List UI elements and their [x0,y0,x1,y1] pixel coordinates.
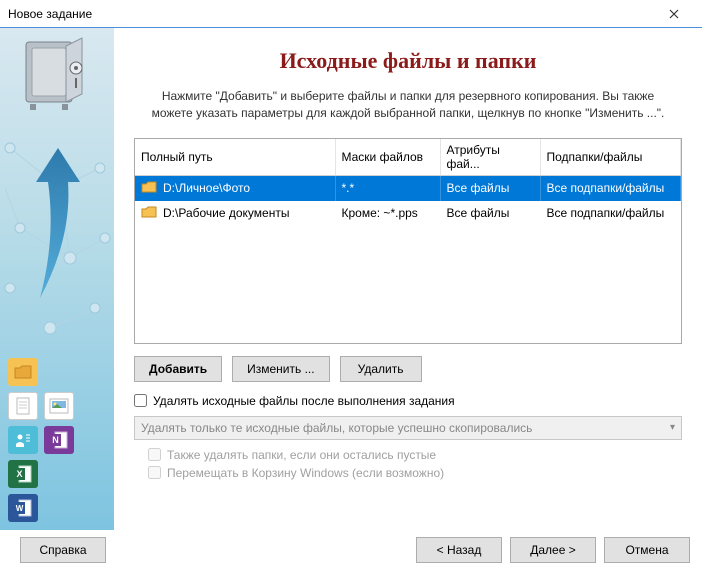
next-button[interactable]: Далее > [510,537,596,563]
instruction-text: Нажмите "Добавить" и выберите файлы и па… [134,88,682,122]
back-button[interactable]: < Назад [416,537,502,563]
table-header-row: Полный путь Маски файлов Атрибуты фай...… [135,139,681,176]
folder-icon [8,358,38,386]
cell-masks: Кроме: ~*.pps [335,201,440,226]
cell-attrs: Все файлы [440,175,540,201]
cell-masks: *.* [335,175,440,201]
arrow-up-icon [30,148,85,298]
page-title: Исходные файлы и папки [134,48,682,74]
table-row[interactable]: D:\Личное\Фото *.*Все файлыВсе подпапки/ф… [135,175,681,201]
col-path[interactable]: Полный путь [135,139,335,176]
move-to-recycle-label: Перемещать в Корзину Windows (если возмо… [167,466,444,480]
onenote-icon: N [44,426,74,454]
cell-attrs: Все файлы [440,201,540,226]
table-row[interactable]: D:\Рабочие документы Кроме: ~*.ppsВсе фай… [135,201,681,226]
close-icon [669,9,679,19]
sidebar-file-icons: N X W [8,358,74,522]
cell-sub: Все подпапки/файлы [540,201,681,226]
source-table[interactable]: Полный путь Маски файлов Атрибуты фай...… [134,138,682,344]
help-button[interactable]: Справка [20,537,106,563]
excel-icon: X [8,460,38,488]
titlebar: Новое задание [0,0,702,28]
cell-path: D:\Личное\Фото [163,181,250,195]
action-buttons: Добавить Изменить ... Удалить [134,356,682,382]
window-title: Новое задание [8,7,654,21]
also-delete-folders-row: Также удалять папки, если они остались п… [148,448,682,462]
document-icon [8,392,38,420]
delete-button[interactable]: Удалить [340,356,422,382]
delete-source-checkbox[interactable] [134,394,147,407]
chevron-down-icon: ▾ [670,422,675,433]
safe-icon [24,36,88,116]
window-body: N X W Исходные файлы и папки Нажмите "До… [0,28,702,530]
picture-icon [44,392,74,420]
content-area: Исходные файлы и папки Нажмите "Добавить… [114,28,702,530]
move-to-recycle-checkbox [148,466,161,479]
folder-icon [141,180,157,197]
also-delete-folders-label: Также удалять папки, если они остались п… [167,448,436,462]
sidebar-illustration: N X W [0,28,114,530]
cell-path: D:\Рабочие документы [163,206,289,220]
dropdown-selected: Удалять только те исходные файлы, которы… [141,421,532,435]
move-to-recycle-row: Перемещать в Корзину Windows (если возмо… [148,466,682,480]
close-button[interactable] [654,1,694,27]
also-delete-folders-checkbox [148,448,161,461]
col-masks[interactable]: Маски файлов [335,139,440,176]
delete-mode-dropdown: Удалять только те исходные файлы, которы… [134,416,682,440]
cancel-button[interactable]: Отмена [604,537,690,563]
footer: Справка < Назад Далее > Отмена [0,530,702,578]
contacts-icon [8,426,38,454]
add-button[interactable]: Добавить [134,356,222,382]
delete-source-checkbox-row: Удалять исходные файлы после выполнения … [134,394,682,408]
cell-sub: Все подпапки/файлы [540,175,681,201]
delete-source-label: Удалять исходные файлы после выполнения … [153,394,455,408]
svg-text:N: N [52,435,59,445]
word-icon: W [8,494,38,522]
svg-text:X: X [16,469,22,479]
folder-icon [141,205,157,222]
edit-button[interactable]: Изменить ... [232,356,329,382]
svg-text:W: W [16,504,24,513]
col-sub[interactable]: Подпапки/файлы [540,139,681,176]
col-attrs[interactable]: Атрибуты фай... [440,139,540,176]
